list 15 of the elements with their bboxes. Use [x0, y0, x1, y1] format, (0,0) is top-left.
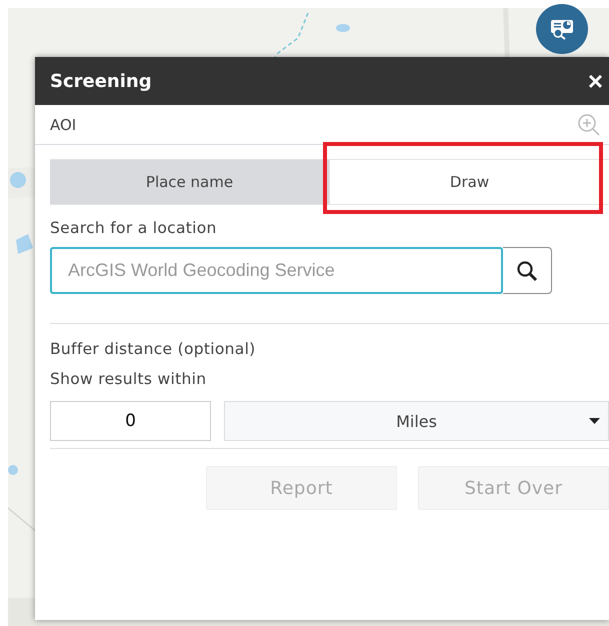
close-button[interactable]: × [586, 68, 605, 94]
search-icon [516, 260, 538, 282]
unit-dropdown[interactable]: Miles [224, 401, 609, 441]
aoi-tab[interactable]: Place name [50, 160, 329, 204]
caret-icon [589, 418, 600, 425]
search-field[interactable]: ArcGIS World Geocoding Service [50, 247, 503, 294]
show-results-label: Show results within [50, 370, 208, 388]
panel-title: Screening [50, 70, 152, 92]
aoi-label: AOI [50, 116, 76, 134]
distance-field[interactable]: 0 [50, 401, 211, 441]
search-button[interactable] [503, 247, 552, 294]
aoi-tab[interactable]: Draw [329, 160, 609, 204]
search-label: Search for a location [50, 219, 218, 237]
buffer-label: Buffer distance (optional) [50, 340, 257, 358]
report-search-icon [549, 18, 575, 40]
